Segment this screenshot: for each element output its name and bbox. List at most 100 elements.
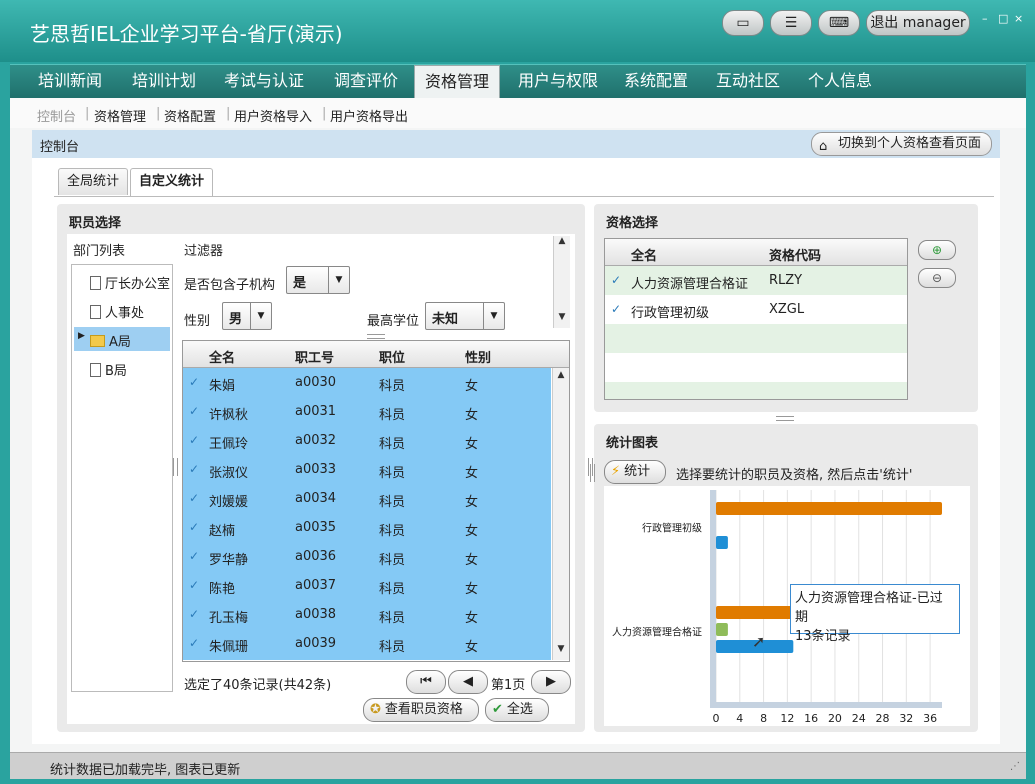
column-header[interactable]: 职工号 bbox=[295, 347, 334, 366]
table-row[interactable]: ✓ 人力资源管理合格证 RLZY bbox=[605, 266, 907, 295]
add-icon[interactable]: ⊕ bbox=[918, 240, 956, 260]
gender-select[interactable]: 男 ▼ bbox=[222, 302, 272, 330]
table-cell: a0038 bbox=[295, 607, 337, 622]
select-value: 未知 bbox=[432, 312, 459, 327]
keyboard-icon[interactable]: ⌨ bbox=[818, 10, 860, 36]
next-page-icon[interactable]: ▶ bbox=[531, 670, 571, 694]
list-icon[interactable]: ☰ bbox=[770, 10, 812, 36]
page-indicator: 第1页 bbox=[491, 678, 526, 693]
table-cell: RLZY bbox=[769, 273, 803, 288]
subnav-item[interactable]: 控制台 bbox=[37, 106, 76, 125]
subnav-item[interactable]: 用户资格导入 bbox=[234, 106, 312, 125]
table-row[interactable]: ✓ 许枫秋 a0031 科员 女 bbox=[183, 397, 551, 426]
tree-item[interactable]: 人事处 bbox=[90, 302, 144, 321]
document-icon bbox=[90, 305, 101, 319]
splitter-handle[interactable] bbox=[367, 334, 385, 339]
x-tick-label: 24 bbox=[852, 712, 866, 725]
include-sub-select[interactable]: 是 ▼ bbox=[286, 266, 350, 294]
prev-page-icon[interactable]: ◀ bbox=[448, 670, 488, 694]
degree-select[interactable]: 未知 ▼ bbox=[425, 302, 505, 330]
filter-scrollbar[interactable]: ▲ ▼ bbox=[553, 236, 570, 328]
subnav-item[interactable]: 资格配置 bbox=[164, 106, 216, 125]
column-header[interactable]: 全名 bbox=[631, 245, 657, 264]
column-header[interactable]: 全名 bbox=[209, 347, 235, 366]
column-header[interactable]: 资格代码 bbox=[769, 245, 821, 264]
table-row[interactable]: ✓ 朱佩珊 a0039 科员 女 bbox=[183, 629, 551, 658]
splitter-handle[interactable] bbox=[590, 464, 595, 482]
tab-global-stats[interactable]: 全局统计 bbox=[58, 168, 129, 195]
table-row[interactable]: ✓ 罗华静 a0036 科员 女 bbox=[183, 542, 551, 571]
table-row[interactable]: ✓ 赵楠 a0035 科员 女 bbox=[183, 513, 551, 542]
menu-item[interactable]: 调查评价 bbox=[324, 65, 408, 99]
scroll-up-icon[interactable]: ▲ bbox=[554, 370, 568, 384]
table-row[interactable]: ✓ 孔玉梅 a0038 科员 女 bbox=[183, 600, 551, 629]
stat-button[interactable]: ⚡ 统计 bbox=[604, 460, 666, 484]
scroll-down-icon[interactable]: ▼ bbox=[554, 644, 568, 658]
splitter-handle[interactable] bbox=[776, 416, 794, 421]
view-staff-qual-button[interactable]: ✪ 查看职员资格 bbox=[363, 698, 479, 722]
select-value: 男 bbox=[229, 312, 243, 327]
minimize-icon[interactable]: – bbox=[982, 12, 988, 25]
table-row[interactable]: ✓ 行政管理初级 XZGL bbox=[605, 295, 907, 324]
close-icon[interactable]: × bbox=[1014, 12, 1023, 25]
maximize-icon[interactable]: □ bbox=[998, 12, 1008, 25]
breadcrumb: 控制台 bbox=[40, 140, 80, 155]
table-row[interactable]: ✓ 陈艳 a0037 科员 女 bbox=[183, 571, 551, 600]
logout-button[interactable]: 退出 manager bbox=[866, 10, 970, 36]
table-cell: 朱佩珊 bbox=[209, 640, 249, 655]
table-cell: 女 bbox=[465, 553, 479, 568]
qual-selection-panel: 资格选择 全名 资格代码 ✓ 人力资源管理合格证 RLZY ✓ 行政管理初级 XZGL … bbox=[594, 204, 978, 412]
menu-item[interactable]: 个人信息 bbox=[798, 65, 882, 99]
menu-item[interactable]: 用户与权限 bbox=[510, 65, 606, 99]
tree-item-selected[interactable]: ▶ A局 bbox=[74, 327, 170, 351]
table-cell: 科员 bbox=[379, 437, 406, 452]
x-tick-label: 16 bbox=[804, 712, 818, 725]
first-page-icon[interactable]: ⏮ bbox=[406, 670, 446, 694]
table-row[interactable]: ✓ 朱娟 a0030 科员 女 bbox=[183, 368, 551, 397]
tree-item[interactable]: B局 bbox=[90, 360, 127, 379]
menu-item[interactable]: 互动社区 bbox=[706, 65, 790, 99]
scroll-up-icon[interactable]: ▲ bbox=[555, 236, 569, 250]
select-value: 是 bbox=[293, 276, 307, 291]
remove-icon[interactable]: ⊖ bbox=[918, 268, 956, 288]
switch-view-label: 切换到个人资格查看页面 bbox=[837, 136, 981, 151]
table-row[interactable]: ✓ 王佩玲 a0032 科员 女 bbox=[183, 426, 551, 455]
menu-item[interactable]: 考试与认证 bbox=[216, 65, 312, 99]
chart-tooltip: 人力资源管理合格证-已过期 13条记录 bbox=[790, 584, 960, 644]
tree-item[interactable]: 厅长办公室 bbox=[90, 273, 170, 292]
menu-item[interactable]: 系统配置 bbox=[614, 65, 698, 99]
menu-item[interactable]: 培训计划 bbox=[122, 65, 206, 99]
select-all-button[interactable]: ✔ 全选 bbox=[485, 698, 549, 722]
splitter-handle[interactable] bbox=[173, 458, 178, 476]
x-tick-label: 36 bbox=[923, 712, 937, 725]
x-tick-label: 4 bbox=[736, 712, 743, 725]
dept-list-label: 部门列表 bbox=[73, 244, 126, 259]
table-row[interactable]: ✓ 张淑仪 a0033 科员 女 bbox=[183, 455, 551, 484]
subnav-item[interactable]: 资格管理 bbox=[94, 106, 146, 125]
empty-row bbox=[605, 324, 907, 353]
panel-title: 职员选择 bbox=[69, 216, 122, 231]
expand-arrow-icon[interactable]: ▶ bbox=[78, 331, 85, 341]
status-bar: 统计数据已加载完毕, 图表已更新 ⋰ bbox=[10, 752, 1026, 779]
check-icon: ✓ bbox=[189, 491, 200, 505]
column-header[interactable]: 性别 bbox=[465, 347, 491, 366]
table-row[interactable]: ✓ 刘媛媛 a0034 科员 女 bbox=[183, 484, 551, 513]
staff-selection-panel: 职员选择 部门列表 厅长办公室 人事处 ▶ A局 B局 过滤器 是否包含子机构 … bbox=[57, 204, 585, 732]
switch-view-button[interactable]: ⌂ 切换到个人资格查看页面 bbox=[810, 132, 992, 156]
resize-grip-icon[interactable]: ⋰ bbox=[1010, 761, 1020, 772]
column-header[interactable]: 职位 bbox=[379, 347, 405, 366]
menu-item[interactable]: 培训新闻 bbox=[28, 65, 112, 99]
check-icon: ✓ bbox=[189, 636, 200, 650]
table-scrollbar[interactable]: ▲ ▼ bbox=[552, 368, 569, 660]
subnav-item[interactable]: 用户资格导出 bbox=[330, 106, 408, 125]
scroll-down-icon[interactable]: ▼ bbox=[555, 312, 569, 326]
tab-custom-stats[interactable]: 自定义统计 bbox=[130, 168, 214, 197]
monitor-icon[interactable]: ▭ bbox=[722, 10, 764, 36]
check-icon: ✓ bbox=[189, 433, 200, 447]
lightning-icon: ⚡ bbox=[611, 464, 621, 479]
table-cell: 朱娟 bbox=[209, 379, 236, 394]
subnav-separator: | bbox=[226, 106, 231, 121]
check-icon: ✓ bbox=[189, 462, 200, 476]
menu-item-active[interactable]: 资格管理 bbox=[414, 65, 500, 100]
filter-label: 过滤器 bbox=[184, 244, 224, 259]
